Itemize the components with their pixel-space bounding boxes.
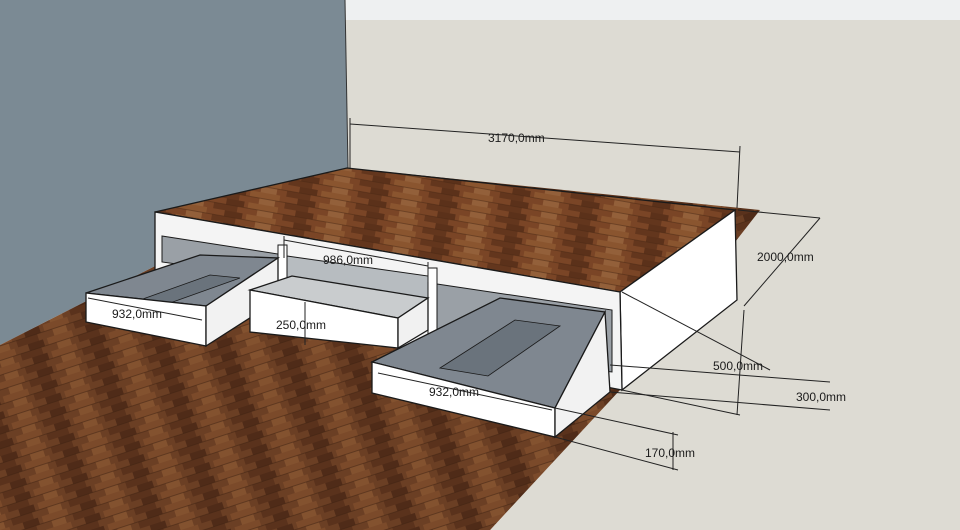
dim-middle-drawer-height: 250,0mm (276, 318, 326, 332)
dim-floor-clearance: 170,0mm (645, 446, 695, 460)
dim-drawer-gap: 300,0mm (796, 390, 846, 404)
dim-platform-height: 500,0mm (713, 359, 763, 373)
dim-left-drawer: 932,0mm (112, 307, 162, 321)
dim-right-drawer: 932,0mm (429, 385, 479, 399)
dim-overall-depth: 2000,0mm (757, 250, 814, 264)
sketchup-viewport: 3170,0mm 2000,0mm 500,0mm 300,0mm 170,0m… (0, 0, 960, 530)
dim-middle-opening: 986,0mm (323, 253, 373, 267)
sky-strip (345, 0, 960, 20)
dim-overall-length: 3170,0mm (488, 131, 545, 145)
platform-bed-drawing: 3170,0mm 2000,0mm 500,0mm 300,0mm 170,0m… (0, 0, 960, 530)
